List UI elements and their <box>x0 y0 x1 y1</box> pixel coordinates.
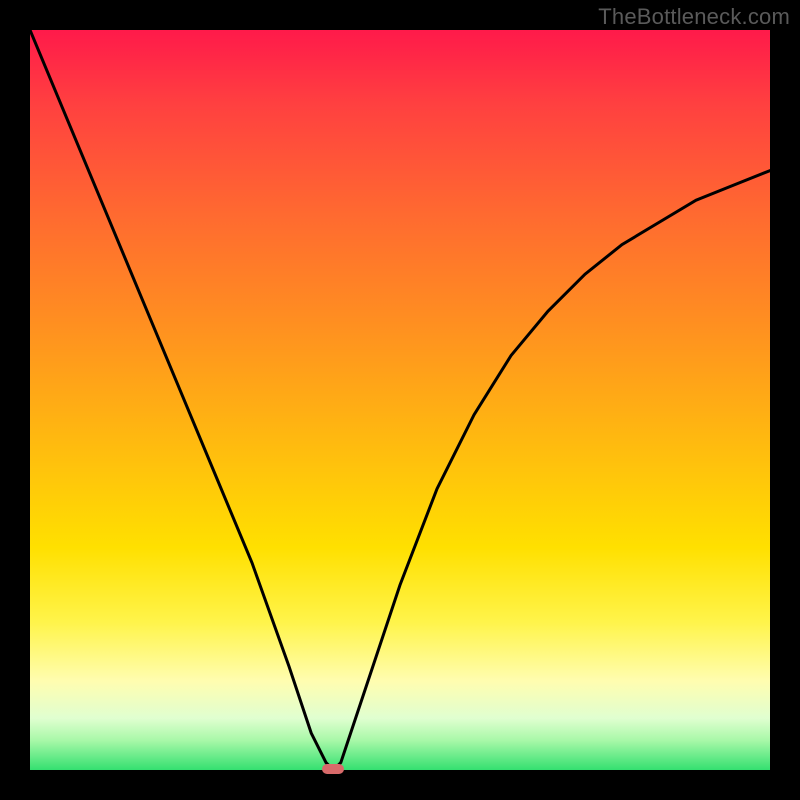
bottleneck-curve <box>30 30 770 770</box>
chart-plot-area <box>30 30 770 770</box>
watermark-text: TheBottleneck.com <box>598 4 790 30</box>
minimum-marker <box>322 764 344 774</box>
curve-line <box>30 30 770 770</box>
